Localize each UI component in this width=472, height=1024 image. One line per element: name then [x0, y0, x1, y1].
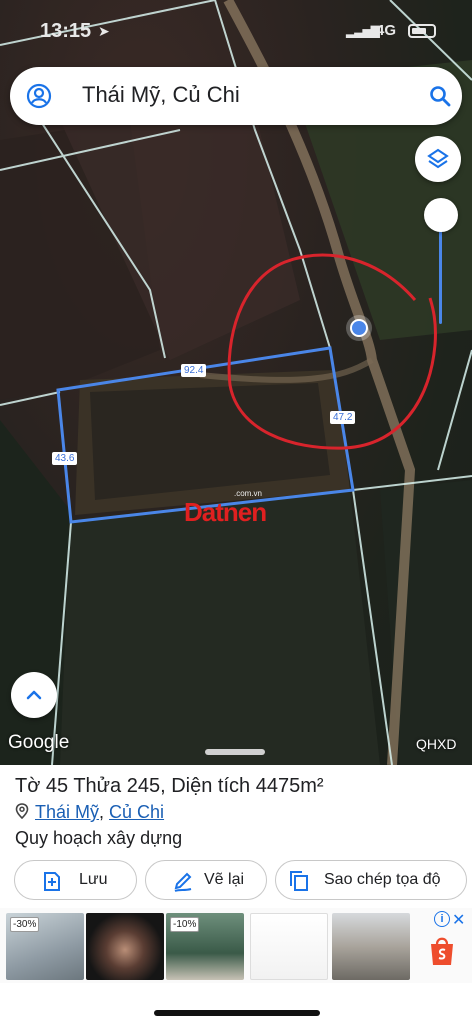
save-button[interactable]: Lưu	[14, 860, 137, 900]
action-row: Lưu Vẽ lại Sao chép tọa độ	[14, 860, 468, 900]
discount-badge: -30%	[10, 917, 40, 932]
search-icon[interactable]	[428, 84, 452, 108]
zoom-slider-handle[interactable]	[424, 198, 458, 232]
shopping-bag-icon[interactable]	[428, 935, 456, 967]
ad-info-icon[interactable]: i	[434, 911, 450, 927]
recenter-button[interactable]	[11, 672, 57, 718]
home-indicator[interactable]	[154, 1010, 320, 1016]
map-attribution: Google	[8, 732, 70, 753]
layers-button[interactable]	[415, 136, 461, 182]
battery-icon	[408, 24, 436, 38]
search-bar[interactable]: Thái Mỹ, Củ Chi	[10, 67, 462, 125]
ad-product-image[interactable]: -10%	[166, 913, 244, 980]
edge-length-label: 92.4	[181, 364, 207, 377]
network-type: 4G	[376, 22, 397, 39]
map-layer-label: QHXD	[416, 736, 457, 752]
location-arrow-icon: ➤	[98, 23, 110, 39]
map-view[interactable]: 92.4 47.2 43.6 .com.vn Datnen 13:15 ➤ ▂▃…	[0, 0, 472, 765]
map-pin-icon	[15, 803, 29, 819]
screen: 92.4 47.2 43.6 .com.vn Datnen 13:15 ➤ ▂▃…	[0, 0, 472, 1024]
sheet-drag-handle[interactable]	[205, 749, 265, 755]
signal-icon: ▂▃▅▇	[346, 24, 380, 38]
ad-product-image[interactable]	[86, 913, 164, 980]
ad-product-image[interactable]	[250, 913, 328, 980]
parcel-title: Tờ 45 Thửa 245, Diện tích 4475m²	[15, 775, 324, 797]
save-label: Lưu	[79, 871, 108, 888]
planning-type: Quy hoạch xây dựng	[15, 828, 183, 848]
ad-product-image[interactable]: -30%	[6, 913, 84, 980]
layers-icon	[427, 148, 449, 169]
status-bar: 13:15 ➤ ▂▃▅▇ 4G	[0, 18, 472, 46]
bookmark-add-icon	[44, 872, 60, 891]
ad-product-image[interactable]	[332, 913, 410, 980]
watermark-text: Datnen	[184, 497, 267, 527]
ward-link[interactable]: Thái Mỹ	[35, 802, 99, 822]
address-separator: ,	[99, 802, 110, 822]
parcel-address: Thái Mỹ, Củ Chi	[15, 802, 164, 823]
redraw-button[interactable]: Vẽ lại	[145, 860, 267, 900]
copy-coordinates-button[interactable]: Sao chép tọa độ	[275, 860, 467, 900]
ad-close-icon[interactable]: ✕	[452, 910, 465, 930]
chevron-up-icon	[26, 690, 42, 700]
edge-length-label: 43.6	[52, 452, 78, 465]
status-time: 13:15	[40, 20, 92, 42]
parcel-info-sheet: Tờ 45 Thửa 245, Diện tích 4475m² Thái Mỹ…	[0, 765, 472, 1024]
discount-badge: -10%	[170, 917, 200, 932]
account-icon[interactable]	[26, 83, 52, 109]
copy-icon	[290, 871, 308, 891]
district-link[interactable]: Củ Chi	[109, 802, 164, 822]
copy-coordinates-label: Sao chép tọa độ	[324, 871, 441, 888]
edit-pen-icon	[174, 872, 192, 892]
edge-length-label: 47.2	[330, 411, 356, 424]
search-input[interactable]: Thái Mỹ, Củ Chi	[82, 82, 240, 108]
redraw-label: Vẽ lại	[204, 871, 245, 888]
ad-banner[interactable]: -30% -10% i ✕	[0, 908, 472, 983]
